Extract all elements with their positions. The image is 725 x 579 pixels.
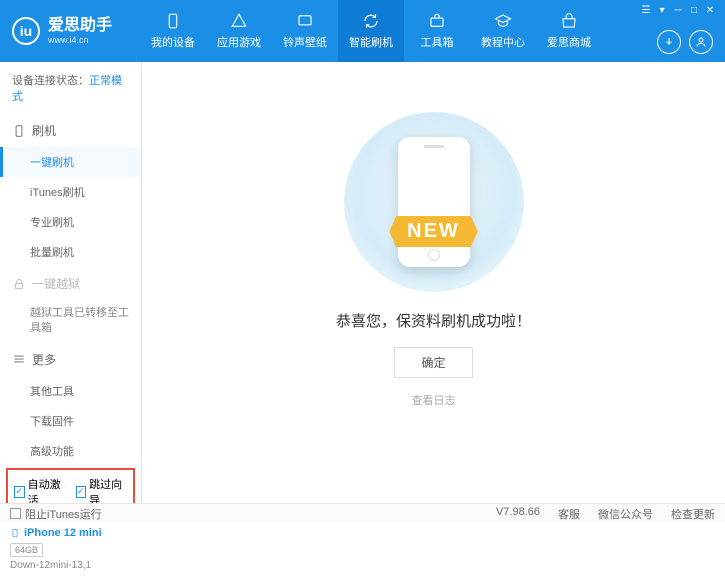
sidebar-item-batch[interactable]: 批量刷机 [0,237,141,267]
nav-label: 我的设备 [151,34,195,50]
logo-icon: iu [12,17,40,45]
user-button[interactable] [689,30,713,54]
sidebar-item-pro[interactable]: 专业刷机 [0,207,141,237]
device-info: iPhone 12 mini 64GB Down-12mini-13,1 [0,518,141,579]
nav-apps-games[interactable]: 应用游戏 [206,0,272,62]
lock-icon [12,277,26,291]
wechat-link[interactable]: 微信公众号 [598,506,653,522]
menu-icon[interactable]: ☰ [639,4,653,16]
header-right: ☰ ▾ ─ □ ✕ [639,0,725,62]
footer-bar: 阻止iTunes运行 V7.98.66 客服 微信公众号 检查更新 [0,503,725,523]
check-icon: ✓ [76,486,87,498]
ok-button[interactable]: 确定 [394,347,472,378]
section-flash[interactable]: 刷机 [0,114,141,147]
device-name: iPhone 12 mini [24,527,102,539]
store-icon [559,12,579,30]
section-label: 更多 [32,351,56,368]
success-illustration: NEW [344,112,524,292]
header-bar: iu 爱思助手 www.i4.cn 我的设备 应用游戏 铃声壁纸 智能刷机 工具… [0,0,725,62]
sidebar-item-advanced[interactable]: 高级功能 [0,436,141,466]
sidebar-item-itunes[interactable]: iTunes刷机 [0,177,141,207]
view-log-link[interactable]: 查看日志 [412,392,456,408]
section-label: 一键越狱 [32,275,80,292]
window-controls: ☰ ▾ ─ □ ✕ [639,0,725,16]
maximize-icon[interactable]: □ [687,4,701,16]
nav-store[interactable]: 爱思商城 [536,0,602,62]
menu-icon [12,352,26,366]
nav-my-device[interactable]: 我的设备 [140,0,206,62]
nav-ringtones[interactable]: 铃声壁纸 [272,0,338,62]
version-label: V7.98.66 [496,506,540,522]
jailbreak-note: 越狱工具已转移至工具箱 [0,300,141,343]
toolbox-icon [427,12,447,30]
nav-toolbox[interactable]: 工具箱 [404,0,470,62]
logo-area: iu 爱思助手 www.i4.cn [0,17,140,45]
refresh-icon [361,12,381,30]
checkbox-label: 阻止iTunes运行 [25,506,102,522]
sidebar: 设备连接状态：正常模式 刷机 一键刷机 iTunes刷机 专业刷机 批量刷机 一… [0,62,142,503]
check-update-link[interactable]: 检查更新 [671,506,715,522]
app-url: www.i4.cn [48,35,112,45]
phone-icon [10,526,20,540]
main-nav: 我的设备 应用游戏 铃声壁纸 智能刷机 工具箱 教程中心 爱思商城 [140,0,602,62]
success-message: 恭喜您，保资料刷机成功啦！ [336,310,531,331]
connection-status: 设备连接状态：正常模式 [0,62,141,114]
apps-icon [229,12,249,30]
main-content: NEW 恭喜您，保资料刷机成功啦！ 确定 查看日志 [142,62,725,503]
sidebar-item-oneclick[interactable]: 一键刷机 [0,147,141,177]
section-jailbreak: 一键越狱 [0,267,141,300]
new-ribbon: NEW [389,216,478,247]
close-icon[interactable]: ✕ [703,4,717,16]
nav-tutorials[interactable]: 教程中心 [470,0,536,62]
sidebar-item-other[interactable]: 其他工具 [0,376,141,406]
nav-label: 工具箱 [421,34,454,50]
nav-label: 爱思商城 [547,34,591,50]
section-more[interactable]: 更多 [0,343,141,376]
storage-badge: 64GB [10,543,43,557]
nav-label: 教程中心 [481,34,525,50]
checkbox-icon [10,508,21,519]
phone-icon [163,12,183,30]
checkbox-block-itunes[interactable]: 阻止iTunes运行 [10,506,102,522]
sidebar-item-firmware[interactable]: 下载固件 [0,406,141,436]
graduation-icon [493,12,513,30]
nav-label: 应用游戏 [217,34,261,50]
device-name-row[interactable]: iPhone 12 mini [10,526,131,540]
nav-label: 铃声壁纸 [283,34,327,50]
phone-graphic [398,137,470,267]
download-button[interactable] [657,30,681,54]
phone-icon [12,124,26,138]
customer-service-link[interactable]: 客服 [558,506,580,522]
wallpaper-icon [295,12,315,30]
section-label: 刷机 [32,122,56,139]
nav-label: 智能刷机 [349,34,393,50]
minimize-icon[interactable]: ─ [671,4,685,16]
check-icon: ✓ [14,486,25,498]
app-name: 爱思助手 [48,17,112,35]
device-model: Down-12mini-13,1 [10,560,131,571]
nav-smart-flash[interactable]: 智能刷机 [338,0,404,62]
pin-icon[interactable]: ▾ [655,4,669,16]
status-label: 设备连接状态： [12,75,89,87]
